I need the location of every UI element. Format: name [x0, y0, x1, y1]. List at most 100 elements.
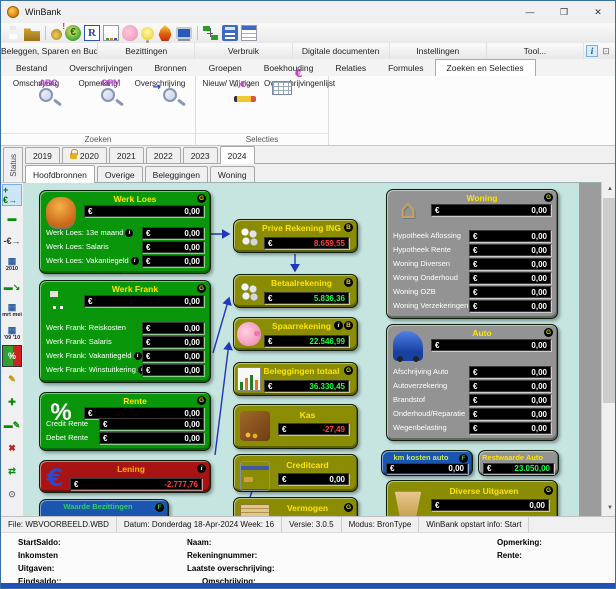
source-row[interactable]: Werk Frank: Reiskosten€0,00 [46, 322, 204, 336]
source-row[interactable]: Onderhoud/Reparatie€0,00 [393, 408, 551, 422]
remove-source-tool[interactable]: -€→ [2, 230, 22, 252]
source-row[interactable]: Hypotheek Aflossing€0,00 [393, 230, 551, 244]
source-row[interactable]: Werk Frank: Winstuitkeringi€0,00 [46, 364, 204, 378]
view-tab-overige[interactable]: Overige [97, 166, 143, 182]
source-row[interactable]: Autoverzekering€0,00 [393, 380, 551, 394]
maximize-button[interactable]: ❒ [547, 1, 581, 23]
dialog-launcher-icon[interactable]: ⊡ [600, 44, 612, 58]
year-tab-2022[interactable]: 2022 [146, 147, 181, 163]
ribbon-button-omschrijving[interactable]: ABCOmschrijving [7, 77, 65, 88]
menu-tab-bezittingen[interactable]: Bezittingen [98, 43, 195, 59]
link-sources-tool[interactable]: ⇄ [2, 460, 22, 482]
save-icon[interactable] [5, 25, 21, 41]
ribbon-button-overschrijvingenlijst[interactable]: €Overschrijvingenlijst [264, 77, 322, 88]
view-tab-beleggingen[interactable]: Beleggingen [145, 166, 208, 182]
chart-magnifier-tool[interactable]: ⊙ [2, 483, 22, 505]
box-rente[interactable]: %RenteG€0,00Credit Rente€0,00Debet Rente… [39, 392, 211, 451]
menu-tab-digitale-documenten[interactable]: Digitale documenten [293, 43, 390, 59]
monitor-icon[interactable] [176, 27, 192, 39]
source-box-tool[interactable]: ▬ [2, 207, 22, 229]
tab-relaties[interactable]: Relaties [324, 60, 377, 76]
percent-tool[interactable]: % [2, 345, 22, 367]
delete-source-tool[interactable]: ✖ [2, 437, 22, 459]
source-row[interactable]: Werk Frank: Salaris€0,00 [46, 336, 204, 350]
box-lening[interactable]: €Leningi€-2.777,76 [39, 460, 211, 493]
box-km-kosten-auto[interactable]: km kosten autoF€0,00 [381, 450, 473, 476]
source-row[interactable]: Werk Loes: 13e maandi€0,00 [46, 227, 204, 241]
source-row[interactable]: Woning Onderhoud€0,00 [393, 272, 551, 286]
view-tab-hoofdbronnen[interactable]: Hoofdbronnen [25, 165, 95, 183]
tab-zoeken-en-selecties[interactable]: Zoeken en Selecties [435, 59, 536, 76]
source-row[interactable]: Woning Verzekeringen€0,00 [393, 300, 551, 314]
add-source-tool[interactable]: +€→ [2, 184, 22, 206]
menu-tab-instellingen[interactable]: Instellingen [390, 43, 487, 59]
tab-formules[interactable]: Formules [377, 60, 434, 76]
source-row[interactable]: Woning Diversen€0,00 [393, 258, 551, 272]
box-werk-loes[interactable]: Werk LoesG€0,00Werk Loes: 13e maandi€0,0… [39, 190, 211, 274]
menu-tab-verbruik[interactable]: Verbruik [195, 43, 292, 59]
source-row[interactable]: Werk Frank: Vakantiegeldi€0,00 [46, 350, 204, 364]
box-kas[interactable]: Kas€-27,49 [233, 404, 358, 449]
ribbon-button-overschrijving[interactable]: →Overschrijving [131, 77, 189, 88]
source-row[interactable]: Werk Loes: Vakantiegeldi€0,00 [46, 255, 204, 269]
piggy-bank-icon[interactable] [122, 25, 138, 41]
scroll-down-button[interactable]: ▼ [602, 501, 616, 516]
year-overview-tool[interactable]: ▦2010 [2, 253, 22, 275]
box-waarde-bezittingen[interactable]: Waarde BezittingenF [39, 499, 169, 516]
ribbon-info-button[interactable]: i [586, 45, 598, 57]
flame-icon[interactable] [157, 25, 173, 41]
box-woning[interactable]: ⌂WoningG€0,00Hypotheek Aflossing€0,00Hyp… [386, 189, 558, 319]
box-restwaarde-auto[interactable]: Restwaarde Auto€23.050,00 [478, 450, 559, 476]
light-bulb-icon[interactable] [141, 27, 154, 40]
box-vermogen[interactable]: VermogenG [233, 497, 358, 516]
reminder-icon[interactable] [84, 25, 100, 41]
box-betaalrekening[interactable]: BetaalrekeningB€5.836,36 [233, 274, 358, 308]
edit-source-tool[interactable]: ▬✎ [2, 414, 22, 436]
open-file-icon[interactable] [24, 25, 40, 41]
source-row[interactable]: Brandstof€0,00 [393, 394, 551, 408]
year-tab-2021[interactable]: 2021 [109, 147, 144, 163]
box-spaarrekening[interactable]: SpaarrekeningiB€22.546,99 [233, 317, 358, 351]
source-row[interactable]: Woning OZB€0,00 [393, 286, 551, 300]
source-row[interactable]: Afschrijving Auto€0,00 [393, 366, 551, 380]
move-all-tool[interactable]: ✚ [2, 391, 22, 413]
source-row[interactable]: Debet Rente€0,00 [46, 432, 204, 446]
box-prive-rekening-ing[interactable]: Prive Rekening INGB€8.659,55 [233, 219, 358, 253]
coin-alert-icon[interactable] [51, 29, 62, 40]
euro-coin-icon[interactable] [65, 25, 81, 41]
box-beleggingen-totaal[interactable]: Beleggingen totaalG€36.330,45 [233, 362, 358, 396]
minimize-button[interactable]: — [513, 1, 547, 23]
status-side-tab[interactable]: Status [3, 147, 23, 184]
flow-icon[interactable] [203, 25, 219, 41]
box-creditcard[interactable]: Creditcard€0,00 [233, 454, 358, 492]
menu-tab-beleggen-sparen-en-budgetten[interactable]: Beleggen, Sparen en Budgetten [1, 43, 98, 59]
edit-pencil-tool[interactable]: ✎ [2, 368, 22, 390]
move-source-tool[interactable]: ▬↘ [2, 276, 22, 298]
close-button[interactable]: ✕ [581, 1, 615, 23]
calculator-icon[interactable] [222, 25, 238, 41]
tab-overschrijvingen[interactable]: Overschrijvingen [58, 60, 143, 76]
tab-groepen[interactable]: Groepen [198, 60, 253, 76]
source-row[interactable]: Credit Rente€0,00 [46, 418, 204, 432]
menu-tab-tool-[interactable]: Tool... [487, 43, 584, 59]
years-compare-tool[interactable]: ▦'09 '10 [2, 322, 22, 344]
year-tab-2023[interactable]: 2023 [183, 147, 218, 163]
box-werk-frank[interactable]: Werk FrankG€0,00Werk Frank: Reiskosten€0… [39, 280, 211, 383]
chart-image-icon[interactable] [103, 25, 119, 41]
source-row[interactable]: Wegenbelasting€0,00 [393, 422, 551, 436]
tab-boekhouding[interactable]: Boekhouding [253, 60, 325, 76]
year-tab-2019[interactable]: 2019 [25, 147, 60, 163]
scrollbar-thumb[interactable] [603, 198, 616, 403]
box-auto[interactable]: AutoG€0,00Afschrijving Auto€0,00Autoverz… [386, 324, 558, 441]
source-row[interactable]: Werk Loes: Salaris€0,00 [46, 241, 204, 255]
tab-bestand[interactable]: Bestand [5, 60, 58, 76]
vertical-scrollbar[interactable]: ▲ ▼ [601, 182, 616, 516]
calendar-icon[interactable] [241, 25, 257, 41]
scroll-up-button[interactable]: ▲ [602, 182, 616, 197]
view-tab-woning[interactable]: Woning [210, 166, 255, 182]
source-row[interactable]: Hypotheek Rente€0,00 [393, 244, 551, 258]
tab-bronnen[interactable]: Bronnen [144, 60, 198, 76]
year-tab-2020[interactable]: 2020 [62, 147, 107, 163]
year-tab-2024[interactable]: 2024 [220, 146, 255, 164]
ribbon-button-opmerking[interactable]: OPMOpmerking [69, 77, 127, 88]
